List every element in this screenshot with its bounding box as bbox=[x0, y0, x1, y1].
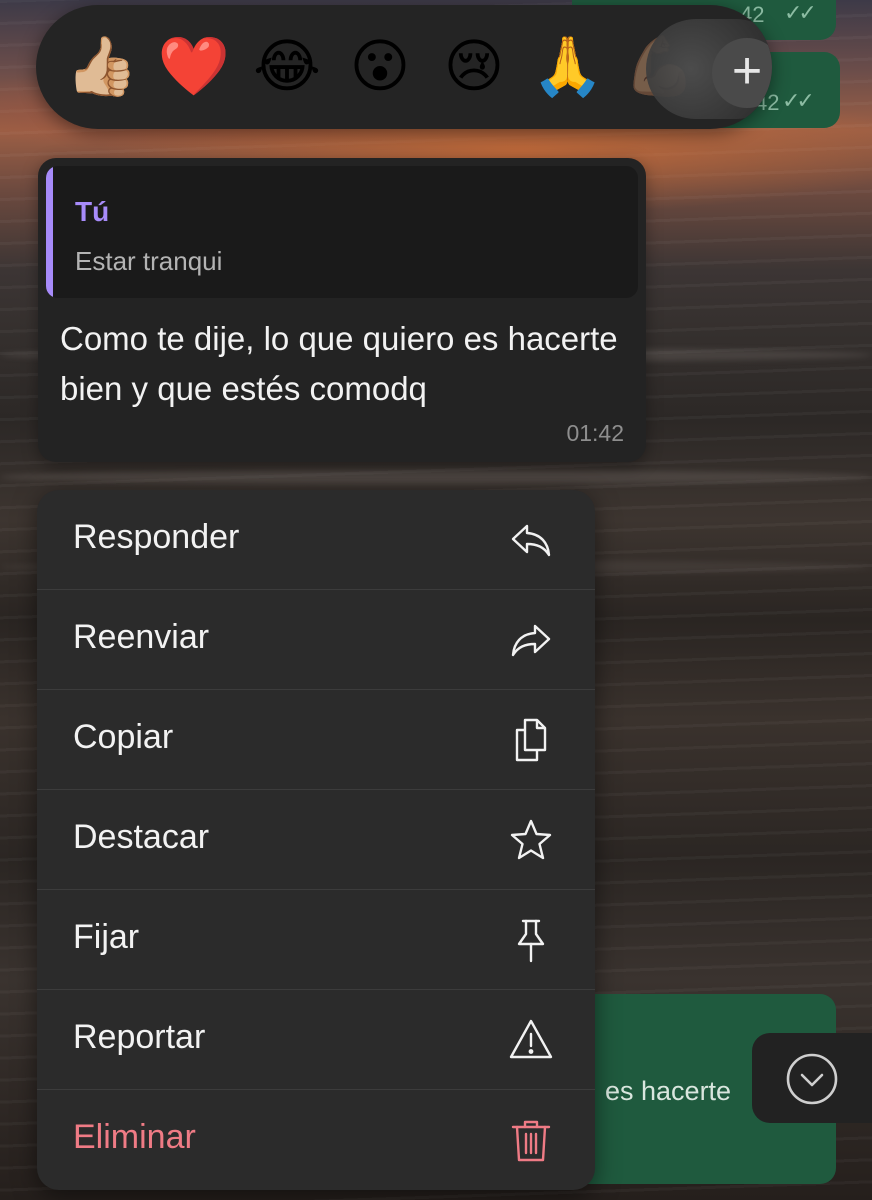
trash-icon bbox=[507, 1116, 555, 1164]
double-check-icon: ✓✓ bbox=[784, 0, 817, 25]
star-icon bbox=[507, 816, 555, 864]
menu-item-label: Responder bbox=[73, 518, 240, 556]
quote-text: Estar tranqui bbox=[75, 246, 223, 276]
message-text: Como te dije, lo que quiero es hacerte b… bbox=[60, 320, 618, 407]
menu-item-reply[interactable]: Responder bbox=[37, 490, 595, 590]
menu-item-label: Eliminar bbox=[73, 1118, 196, 1156]
quoted-reply[interactable]: Tú Estar tranqui bbox=[46, 166, 638, 298]
pin-icon bbox=[507, 916, 555, 964]
menu-item-label: Destacar bbox=[73, 818, 210, 856]
message-time: 01:42 bbox=[566, 420, 624, 446]
menu-item-delete[interactable]: Eliminar bbox=[37, 1090, 595, 1190]
sad-reaction[interactable]: 😢 bbox=[434, 27, 514, 107]
scroll-to-bottom-button[interactable] bbox=[752, 1033, 872, 1123]
menu-item-copy[interactable]: Copiar bbox=[37, 690, 595, 790]
double-check-icon: ✓✓ bbox=[782, 88, 815, 113]
menu-item-pin[interactable]: Fijar bbox=[37, 890, 595, 990]
selected-message-bubble: Tú Estar tranqui Como te dije, lo que qu… bbox=[38, 158, 646, 462]
heart-reaction[interactable]: ❤️ bbox=[154, 27, 234, 107]
forward-icon bbox=[507, 616, 555, 664]
menu-item-label: Fijar bbox=[73, 918, 140, 956]
menu-item-label: Reportar bbox=[73, 1018, 206, 1056]
warning-icon bbox=[507, 1016, 555, 1064]
quote-author: Tú bbox=[75, 196, 110, 227]
reply-icon bbox=[507, 516, 555, 564]
thumbs-up-reaction[interactable]: 👍🏼 bbox=[62, 27, 142, 107]
menu-item-report[interactable]: Reportar bbox=[37, 990, 595, 1090]
chevron-down-icon bbox=[786, 1053, 838, 1105]
message-context-menu: Responder Reenviar Copiar Destacar Fijar… bbox=[37, 490, 595, 1190]
menu-item-forward[interactable]: Reenviar bbox=[37, 590, 595, 690]
laughing-reaction[interactable]: 😂 bbox=[247, 27, 327, 107]
surprised-reaction[interactable]: 😮 bbox=[340, 27, 420, 107]
menu-item-label: Reenviar bbox=[73, 618, 210, 656]
reaction-bar: 👍🏼 ❤️ 😂 😮 😢 🙏 💪🏽 + bbox=[36, 5, 772, 129]
menu-item-star[interactable]: Destacar bbox=[37, 790, 595, 890]
pray-reaction[interactable]: 🙏 bbox=[528, 27, 608, 107]
wallpaper-wave bbox=[0, 470, 872, 484]
copy-icon bbox=[507, 716, 555, 764]
menu-item-label: Copiar bbox=[73, 718, 174, 756]
quote-accent-bar bbox=[46, 166, 53, 298]
message-text: es hacerte bbox=[605, 1076, 732, 1106]
